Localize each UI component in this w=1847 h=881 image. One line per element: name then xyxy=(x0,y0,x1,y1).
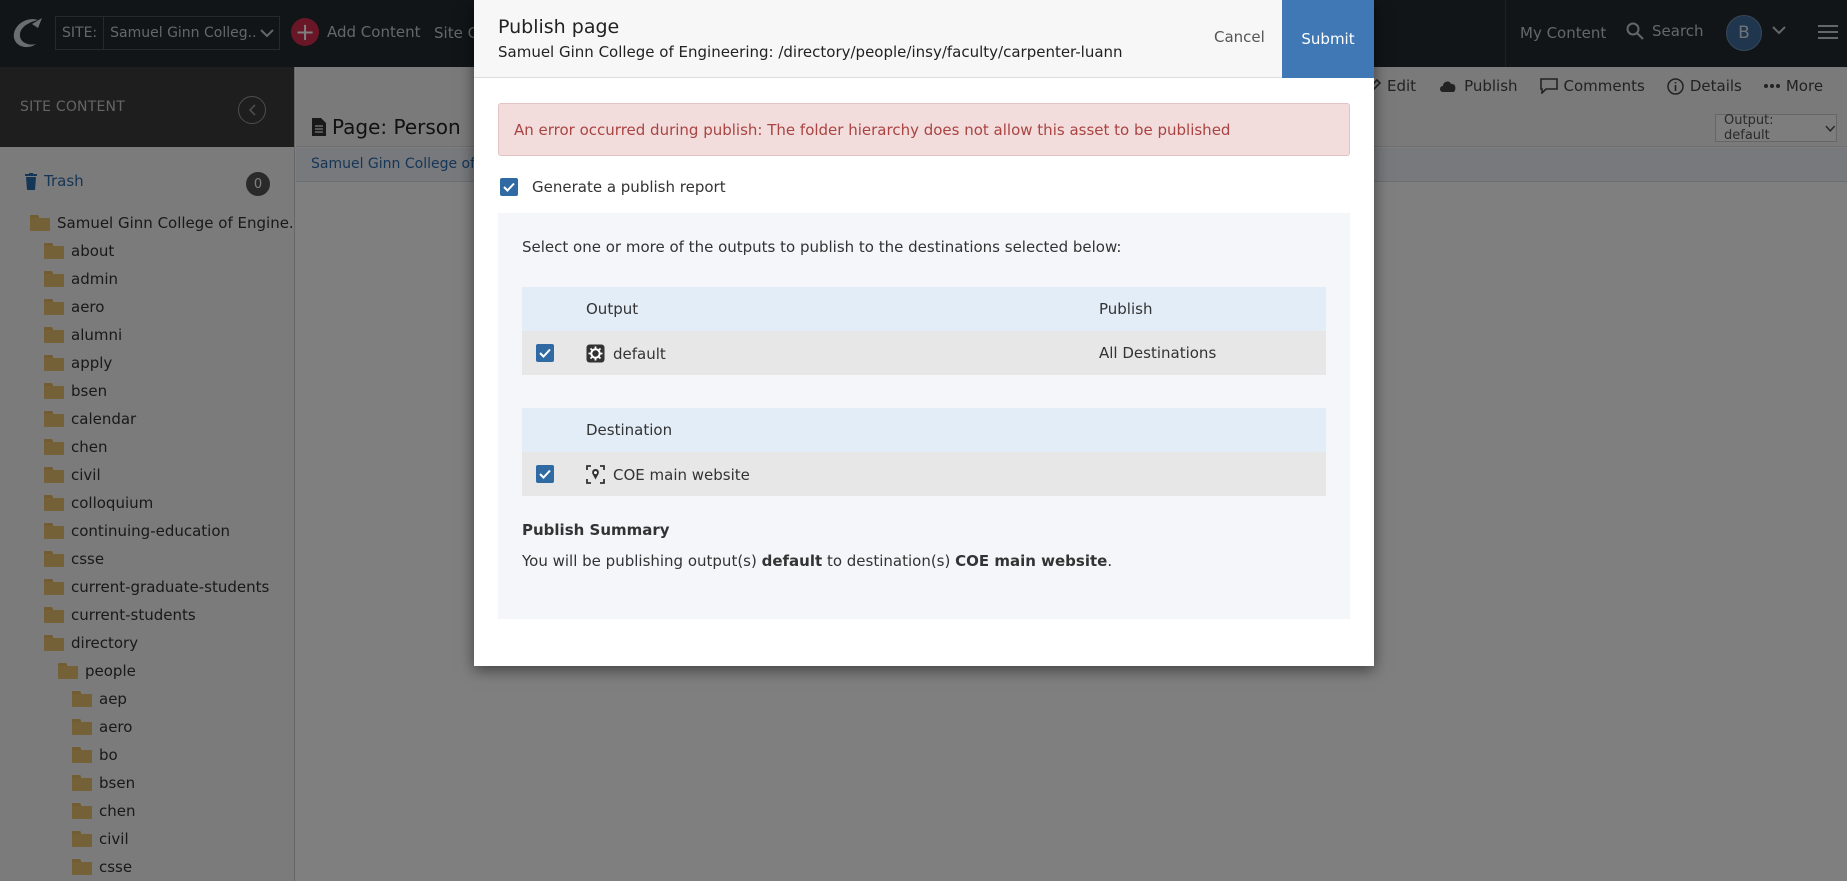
publish-summary-text: You will be publishing output(s) default… xyxy=(522,552,1112,570)
summary-output: default xyxy=(761,552,823,570)
publish-report-checkbox[interactable] xyxy=(500,178,518,196)
publish-dialog: Publish page Samuel Ginn College of Engi… xyxy=(474,0,1374,666)
publish-report-option[interactable]: Generate a publish report xyxy=(500,178,726,196)
destination-target-icon xyxy=(586,465,605,484)
column-header-publish: Publish xyxy=(1099,300,1153,318)
publish-summary-title: Publish Summary xyxy=(522,521,670,539)
destinations-table-header: Destination xyxy=(522,408,1326,452)
publish-report-label: Generate a publish report xyxy=(532,178,726,196)
summary-middle: to destination(s) xyxy=(822,552,956,570)
dialog-subtitle: Samuel Ginn College of Engineering: /dir… xyxy=(498,43,1123,61)
destination-cell: COE main website xyxy=(586,465,750,484)
column-header-destination: Destination xyxy=(586,421,673,439)
destination-checkbox[interactable] xyxy=(536,465,554,483)
check-icon xyxy=(539,348,551,358)
outputs-table-header: Output Publish xyxy=(522,287,1326,331)
table-row[interactable]: default All Destinations xyxy=(522,331,1326,375)
destination-name: COE main website xyxy=(613,465,750,484)
gear-icon xyxy=(586,344,605,363)
destinations-table: Destination COE main website xyxy=(522,408,1326,496)
dialog-header: Publish page Samuel Ginn College of Engi… xyxy=(474,0,1374,78)
cancel-button[interactable]: Cancel xyxy=(1214,28,1265,46)
output-name: default xyxy=(613,344,666,363)
check-icon xyxy=(503,182,515,192)
outputs-table: Output Publish default All Destinations xyxy=(522,287,1326,375)
output-cell: default xyxy=(586,344,666,363)
publish-options-panel: Select one or more of the outputs to pub… xyxy=(498,213,1350,619)
summary-suffix: . xyxy=(1107,552,1113,570)
instructions-text: Select one or more of the outputs to pub… xyxy=(522,238,1122,256)
column-header-output: Output xyxy=(586,300,639,318)
table-row[interactable]: COE main website xyxy=(522,452,1326,496)
submit-button[interactable]: Submit xyxy=(1282,0,1374,78)
check-icon xyxy=(539,469,551,479)
summary-prefix: You will be publishing output(s) xyxy=(522,552,762,570)
summary-destination: COE main website xyxy=(955,552,1108,570)
dialog-title: Publish page xyxy=(498,16,620,38)
publish-cell: All Destinations xyxy=(1099,344,1217,362)
output-default-checkbox[interactable] xyxy=(536,344,554,362)
error-message: An error occurred during publish: The fo… xyxy=(498,103,1350,156)
